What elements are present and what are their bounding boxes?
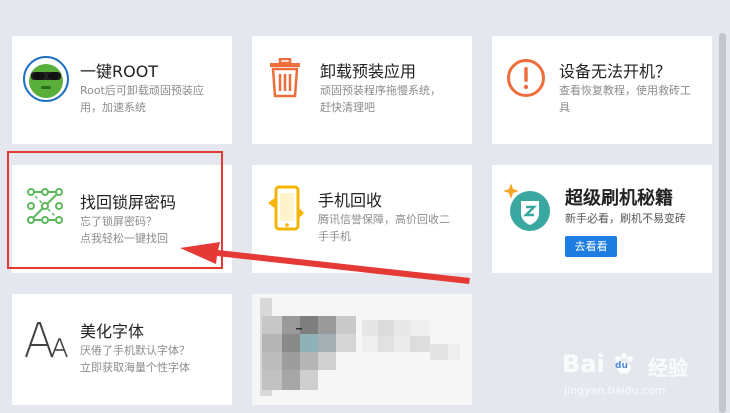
annotation-arrow	[180, 242, 470, 284]
watermark-brand: Bai	[562, 350, 605, 378]
root-card[interactable]: 一键ROOT Root后可卸载顽固预装应 用，加速系统	[12, 36, 232, 144]
boot-fail-desc-line1: 查看恢复教程，使用救砖工	[559, 84, 691, 97]
watermark-product: 经验	[648, 356, 688, 380]
root-title: 一键ROOT	[80, 62, 159, 81]
pixelated-image	[252, 294, 472, 405]
root-desc-line1: Root后可卸载顽固预装应	[80, 84, 204, 97]
uninstall-desc-line1: 顽固预装程序拖慢系统，	[320, 84, 441, 97]
uninstall-card[interactable]: 卸载预装应用 顽固预装程序拖慢系统， 赶快清理吧	[252, 36, 472, 144]
shield-sparkle-icon	[502, 181, 552, 233]
flash-guide-desc: 新手必看，刷机不易变砖	[565, 212, 686, 225]
boot-fail-title: 设备无法开机？	[559, 62, 672, 81]
watermark-url: jingyan.baidu.com	[564, 384, 666, 397]
root-desc-line2: 用，加速系统	[80, 101, 146, 114]
boot-fail-desc-line2: 具	[559, 101, 570, 114]
font-aa-icon	[24, 319, 70, 361]
phone-recycle-icon	[264, 183, 308, 233]
uninstall-desc-line2: 赶快清理吧	[320, 101, 375, 114]
font-desc-line2: 立即获取海量个性字体	[80, 361, 190, 374]
baidu-jingyan-watermark: Bai du 经验 jingyan.baidu.com	[562, 350, 722, 405]
boot-fail-card[interactable]: 设备无法开机？ 查看恢复教程，使用救砖工 具	[492, 36, 712, 144]
uninstall-title: 卸载预装应用	[320, 62, 417, 81]
font-card[interactable]: 美化字体 厌倦了手机默认字体？ 立即获取海量个性字体	[12, 294, 232, 405]
warning-icon	[506, 58, 546, 98]
font-title: 美化字体	[80, 322, 145, 341]
mosaic-card	[252, 294, 472, 405]
watermark-paw-text: du	[615, 361, 628, 371]
go-see-button[interactable]: 去看看	[565, 236, 617, 257]
trash-icon	[268, 57, 302, 98]
flash-guide-card[interactable]: 超级刷机秘籍 新手必看，刷机不易变砖 去看看	[492, 165, 712, 273]
font-desc-line1: 厌倦了手机默认字体？	[80, 344, 190, 357]
phone-recycle-desc-line1: 腾讯信誉保障，高价回收二	[318, 213, 450, 226]
phone-recycle-title: 手机回收	[318, 191, 383, 210]
flash-guide-title: 超级刷机秘籍	[565, 188, 673, 209]
root-mascot-icon	[23, 56, 69, 102]
